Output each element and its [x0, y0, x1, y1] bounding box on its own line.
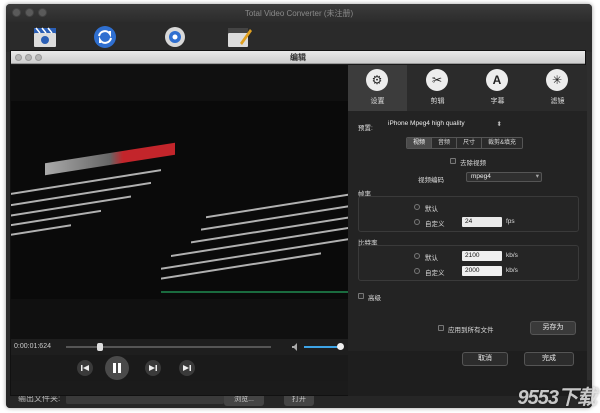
bitrate-group: 默认 2100 kb/s 自定义 2000 kb/s [358, 245, 579, 281]
volume-thumb[interactable] [337, 343, 345, 350]
panel-tabs: ⚙ 设置 ✂ 剪辑 A 字幕 ✳ 滤镜 [348, 65, 587, 111]
tab-label: 滤镜 [550, 98, 565, 105]
skip-back-icon [81, 365, 89, 371]
advanced-label: 高级 [368, 295, 381, 302]
video-text-line [11, 224, 71, 236]
apply-all-checkbox[interactable] [438, 325, 444, 331]
save-as-button[interactable]: 另存为 [530, 321, 576, 335]
edit-button[interactable] [224, 24, 254, 50]
cancel-button[interactable]: 取消 [462, 352, 508, 366]
edit-dialog: 编辑 0:00:01:624 ⚙ 设置 ✂ 剪辑 A 字幕 ✳ 滤镜 预置: i… [10, 50, 587, 396]
segment-audio[interactable]: 音频 [431, 138, 457, 148]
framerate-default-radio[interactable] [414, 204, 420, 210]
video-text-line [11, 169, 161, 195]
settings-icon [165, 27, 185, 47]
bitrate-unit: kb/s [506, 267, 518, 274]
settings-segmented-control: 视频 音频 尺寸 裁剪&填充 [406, 137, 524, 149]
bitrate-default-input[interactable]: 2100 [462, 251, 502, 261]
apply-all-label: 应用到所有文件 [448, 327, 494, 334]
framerate-input[interactable]: 24 [462, 217, 502, 227]
sparkle-icon: ✳ [546, 69, 568, 91]
framerate-group: 默认 自定义 24 fps [358, 196, 579, 232]
previous-button[interactable] [77, 360, 93, 376]
bitrate-custom-radio[interactable] [414, 268, 420, 274]
remove-video-checkbox[interactable] [450, 158, 456, 164]
bitrate-unit: kb/s [506, 252, 518, 259]
video-codec-select[interactable]: mpeg4 ▾ [466, 172, 542, 182]
preset-value: iPhone Mpeg4 high quality [388, 120, 465, 127]
site-watermark: 9553下载 [517, 387, 597, 409]
gear-icon: ⚙ [366, 69, 388, 91]
add-video-icon [34, 27, 56, 47]
text-icon: A [486, 69, 508, 91]
done-button[interactable]: 完成 [524, 352, 574, 366]
tab-settings[interactable]: ⚙ 设置 [348, 65, 407, 111]
framerate-custom-label: 自定义 [425, 221, 445, 228]
settings-button[interactable] [160, 24, 190, 50]
edit-icon [228, 28, 252, 47]
framerate-default-label: 默认 [425, 206, 438, 213]
step-forward-icon [149, 365, 157, 371]
segment-video[interactable]: 视频 [407, 138, 432, 148]
tab-trim[interactable]: ✂ 剪辑 [408, 65, 467, 111]
video-text-line [201, 205, 348, 231]
tab-filter[interactable]: ✳ 滤镜 [528, 65, 587, 111]
tab-label: 字幕 [490, 98, 505, 105]
chevron-down-icon: ▾ [535, 173, 539, 180]
framerate-unit: fps [506, 218, 515, 225]
dialog-title: 编辑 [290, 53, 306, 62]
bitrate-default-label: 默认 [425, 255, 438, 262]
video-preview: 0:00:01:624 [11, 65, 348, 381]
tab-label: 设置 [370, 98, 385, 105]
segment-crop-fill[interactable]: 裁剪&填充 [481, 138, 523, 148]
convert-button[interactable] [90, 24, 120, 50]
bitrate-custom-label: 自定义 [425, 270, 445, 277]
bitrate-default-radio[interactable] [414, 253, 420, 259]
current-time: 0:00:01:624 [14, 343, 51, 350]
video-codec-value: mpeg4 [471, 173, 491, 180]
dialog-titlebar: 编辑 [11, 51, 585, 64]
video-text-line [206, 193, 348, 219]
video-codec-label: 视频编码 [418, 177, 444, 184]
segment-size[interactable]: 尺寸 [456, 138, 482, 148]
advanced-checkbox[interactable] [358, 293, 364, 299]
convert-icon [94, 26, 116, 48]
volume-slider[interactable] [304, 346, 341, 348]
preset-select[interactable]: iPhone Mpeg4 high quality ⬍ [388, 120, 502, 131]
settings-panel: ⚙ 设置 ✂ 剪辑 A 字幕 ✳ 滤镜 预置: iPhone Mpeg4 hig… [348, 65, 587, 381]
pause-button[interactable] [105, 356, 129, 380]
volume-icon [292, 343, 297, 351]
tab-label: 剪辑 [430, 98, 445, 105]
tab-subtitle[interactable]: A 字幕 [468, 65, 527, 111]
player-controls [11, 355, 348, 381]
next-button[interactable] [179, 360, 195, 376]
remove-video-label: 去除视频 [460, 160, 486, 167]
bitrate-custom-input[interactable]: 2000 [462, 266, 502, 276]
video-frame [11, 101, 348, 299]
add-video-button[interactable] [30, 24, 60, 50]
seek-thumb[interactable] [96, 343, 103, 351]
timeline: 0:00:01:624 [11, 339, 348, 355]
video-green-line [161, 291, 348, 293]
framerate-custom-radio[interactable] [414, 219, 420, 225]
video-text-line [11, 195, 131, 217]
up-down-arrow-icon: ⬍ [496, 121, 502, 128]
app-title: Total Video Converter (未注册) [244, 9, 354, 18]
app-titlebar: Total Video Converter (未注册) [6, 4, 592, 22]
forward-button[interactable] [145, 360, 161, 376]
main-toolbar [6, 22, 592, 52]
skip-forward-icon [183, 365, 191, 371]
preset-label: 预置: [358, 125, 373, 132]
pause-icon [113, 363, 121, 373]
scissors-icon: ✂ [426, 69, 448, 91]
